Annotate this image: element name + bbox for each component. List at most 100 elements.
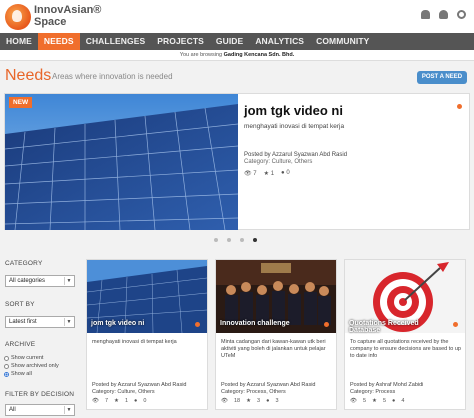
filter-decision-select[interactable]: All ▼ <box>5 404 75 416</box>
star-icon: ★ <box>263 171 270 177</box>
likes-count: 3 <box>257 398 261 404</box>
gear-icon[interactable] <box>457 10 466 19</box>
need-card[interactable]: jom tgk video ni menghayati inovasi di t… <box>86 259 208 410</box>
comments-count: 3 <box>275 398 279 404</box>
card-category: Category: Culture, Others <box>92 388 155 395</box>
comment-icon: ● <box>392 398 396 404</box>
likes-stat: ★ 1 <box>264 170 274 177</box>
featured-description: menghayati inovasi di tempat kerja <box>244 123 345 130</box>
archive-option-label: Show current <box>11 355 44 361</box>
card-description: Minta cadangan dari kawan-kawan utk beri… <box>221 339 326 359</box>
archive-label: ARCHIVE <box>5 341 36 348</box>
views-count: 18 <box>233 398 241 404</box>
carousel-dot-active[interactable] <box>253 238 257 242</box>
category-select[interactable]: All categories ▼ <box>5 275 75 287</box>
header-icons <box>421 10 466 19</box>
card-stats: 👁 18 ★ 3 ● 3 <box>221 398 279 404</box>
card-stats: 👁 7 ★ 1 ● 0 <box>92 398 146 404</box>
carousel-dots <box>214 238 257 242</box>
comments-count: 0 <box>286 170 290 176</box>
brand-name[interactable]: InnovAsian® Space <box>34 4 101 28</box>
archive-option-label: Show archived only <box>11 363 59 369</box>
radio-button[interactable] <box>4 355 9 361</box>
bell-icon[interactable] <box>421 10 430 19</box>
card-title[interactable]: jom tgk video ni <box>91 320 189 327</box>
featured-stats: 👁 7 ★ 1 ● 0 <box>244 170 290 177</box>
browsing-prefix: You are browsing <box>179 52 223 58</box>
radio-button[interactable] <box>4 363 9 369</box>
card-meta: Posted by Azzarul Syazwan Abd Rasid Cate… <box>92 382 186 395</box>
browsing-banner: You are browsing Gading Kencana Sdn. Bhd… <box>0 50 474 61</box>
star-icon: ★ <box>114 398 119 404</box>
page-title: Needs <box>5 67 52 84</box>
views-count: 7 <box>253 171 257 177</box>
solar-panels-image <box>5 94 238 230</box>
featured-category: Category: Culture, Others <box>244 159 313 165</box>
user-icon[interactable] <box>439 10 448 19</box>
new-badge: NEW <box>9 97 33 108</box>
page-subtitle: Areas where innovation is needed <box>52 72 173 81</box>
category-select-value: All categories <box>9 278 46 284</box>
featured-image[interactable]: NEW <box>5 94 238 230</box>
archive-option-archived[interactable]: Show archived only <box>4 363 59 369</box>
carousel-dot[interactable] <box>227 238 231 242</box>
card-posted-by: Posted by Azzarul Syazwan Abd Rasid <box>92 382 187 388</box>
featured-need[interactable]: NEW jom tgk video ni menghayati inovasi … <box>4 93 470 230</box>
likes-count: 5 <box>382 398 387 404</box>
status-dot-icon <box>453 322 458 327</box>
nav-projects[interactable]: PROJECTS <box>151 33 210 50</box>
header: InnovAsian® Space <box>0 0 474 33</box>
main-nav: HOME NEEDS CHALLENGES PROJECTS GUIDE ANA… <box>0 33 474 50</box>
likes-count: 1 <box>124 398 129 404</box>
views-count: 7 <box>104 398 109 404</box>
chevron-down-icon: ▼ <box>64 406 73 414</box>
carousel-dot[interactable] <box>214 238 218 242</box>
sort-select[interactable]: Latest first ▼ <box>5 316 75 328</box>
card-title[interactable]: Innovation challenge <box>220 320 318 327</box>
eye-icon: 👁 <box>221 398 228 404</box>
nav-community[interactable]: COMMUNITY <box>310 33 375 50</box>
post-need-button[interactable]: POST A NEED <box>417 71 467 84</box>
nav-challenges[interactable]: CHALLENGES <box>80 33 152 50</box>
comment-icon: ● <box>134 398 138 404</box>
need-card[interactable]: Innovation challenge Minta cadangan dari… <box>215 259 337 410</box>
filter-decision-label: FILTER BY DECISION <box>5 391 75 398</box>
card-category: Category: Process, Others <box>221 388 286 395</box>
card-title[interactable]: Quotations Received Database <box>349 320 447 334</box>
status-dot-icon <box>457 104 462 109</box>
archive-option-all[interactable]: Show all <box>4 371 32 377</box>
eye-icon: 👁 <box>92 398 99 404</box>
likes-count: 1 <box>270 171 275 177</box>
featured-meta: Posted by Azzarul Syazwan Abd Rasid Cate… <box>244 152 347 166</box>
nav-home[interactable]: HOME <box>0 33 38 50</box>
carousel-dot[interactable] <box>240 238 244 242</box>
radio-button-selected[interactable] <box>4 371 9 377</box>
category-label: CATEGORY <box>5 260 43 267</box>
archive-option-label: Show all <box>11 371 32 377</box>
filter-decision-value: All <box>9 407 16 413</box>
card-meta: Posted by Ashraf Mohd Zabidi Category: P… <box>350 382 423 395</box>
nav-guide[interactable]: GUIDE <box>210 33 249 50</box>
views-count: 5 <box>362 398 367 404</box>
status-dot-icon <box>324 322 329 327</box>
nav-analytics[interactable]: ANALYTICS <box>249 33 310 50</box>
eye-icon: 👁 <box>350 398 357 404</box>
comments-stat: ● 0 <box>281 170 290 177</box>
card-category: Category: Process <box>350 388 396 395</box>
chevron-down-icon: ▼ <box>64 277 73 285</box>
featured-title[interactable]: jom tgk video ni <box>244 103 343 118</box>
star-icon: ★ <box>372 398 377 404</box>
nav-needs[interactable]: NEEDS <box>37 33 80 50</box>
need-card[interactable]: Quotations Received Database To capture … <box>344 259 466 410</box>
card-stats: 👁 5 ★ 5 ● 4 <box>350 398 404 404</box>
views-stat: 👁 7 <box>244 170 257 177</box>
status-dot-icon <box>195 322 200 327</box>
browsing-company: Gading Kencana Sdn. Bhd. <box>223 52 295 58</box>
card-posted-by: Posted by Azzarul Syazwan Abd Rasid <box>221 382 316 388</box>
brand-line-1: InnovAsian® <box>34 4 102 16</box>
card-description: menghayati inovasi di tempat kerja <box>92 339 177 345</box>
card-meta: Posted by Azzarul Syazwan Abd Rasid Cate… <box>221 382 315 395</box>
logo-icon[interactable] <box>5 4 31 30</box>
archive-option-current[interactable]: Show current <box>4 355 43 361</box>
comments-count: 0 <box>143 398 147 404</box>
